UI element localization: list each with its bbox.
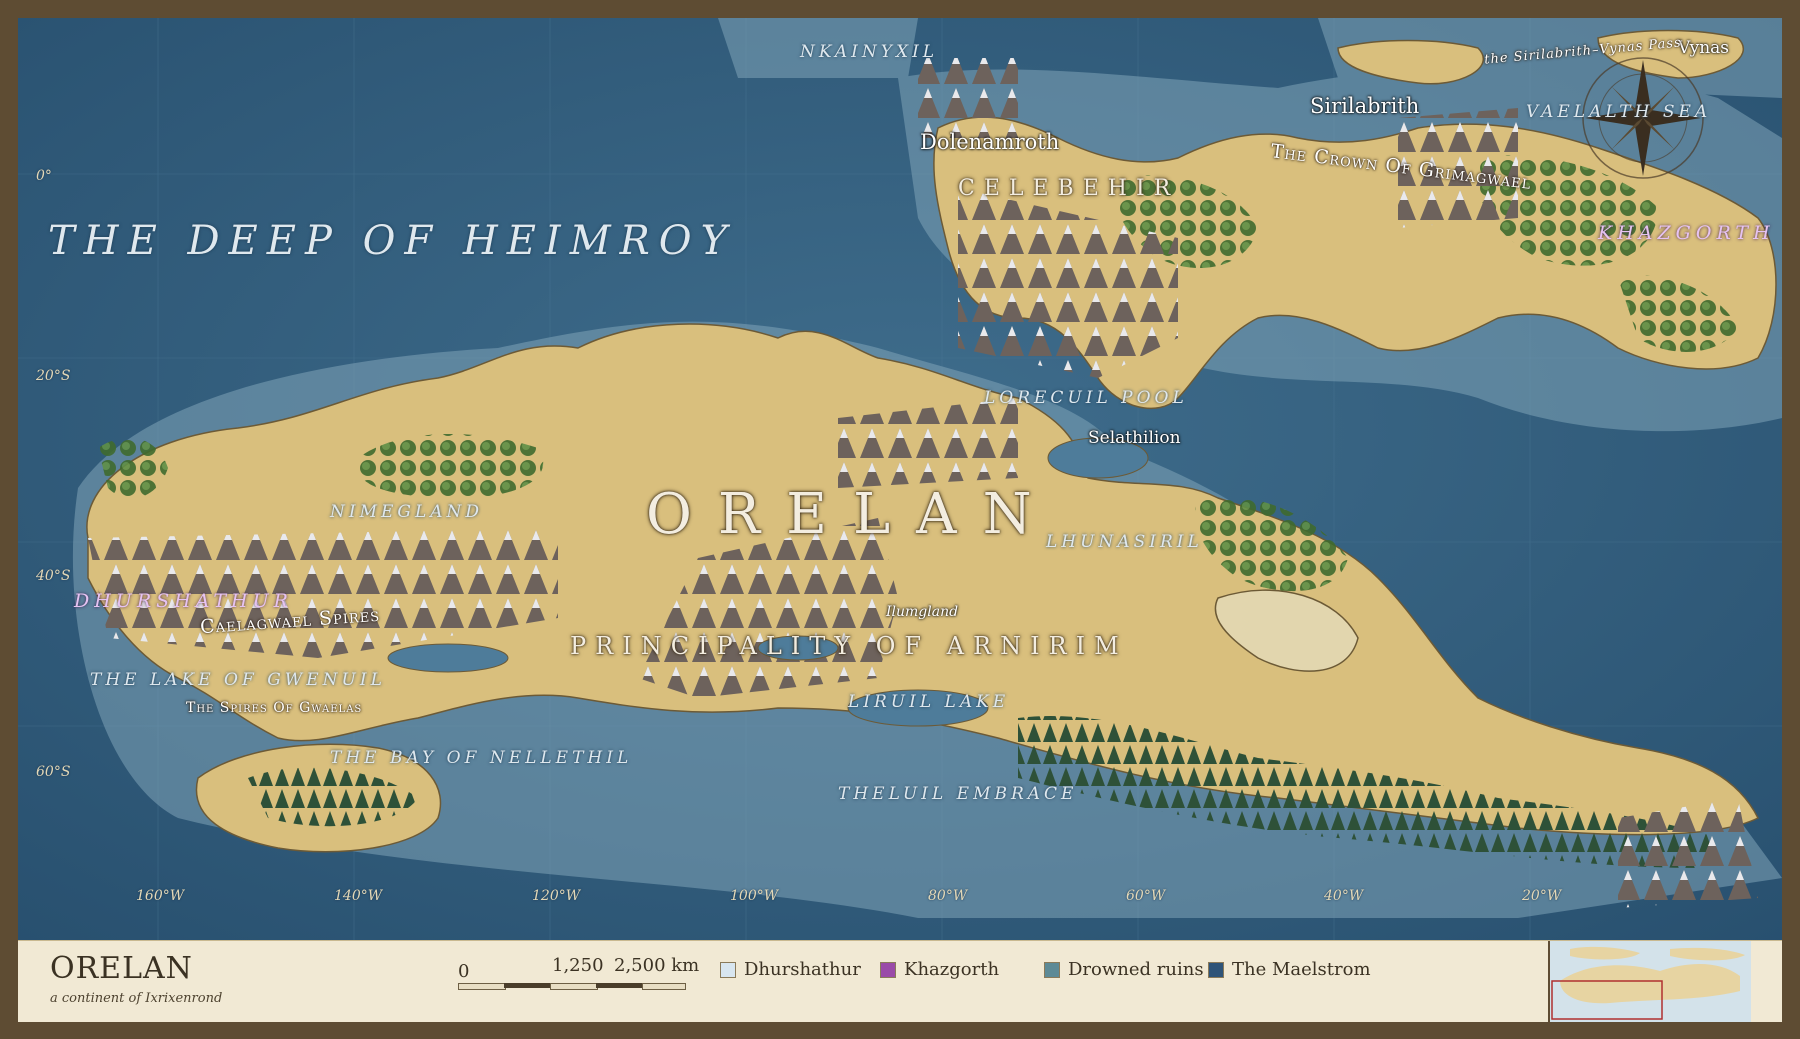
longitude-label-100w: 100°W <box>730 888 779 904</box>
latitude-label-0: 0° <box>36 168 52 184</box>
latitude-label-20s: 20°S <box>36 368 71 384</box>
longitude-label-20w: 20°W <box>1522 888 1562 904</box>
sea-label-nimegland: NIMEGLAND <box>330 502 484 522</box>
map-legend: ORELAN a continent of Ixrixenrond 0 1,25… <box>18 940 1782 1022</box>
legend-swatch-drowned-ruins <box>1044 961 1060 978</box>
legend-key-label: The Maelstrom <box>1232 959 1371 980</box>
map-frame: THE DEEP OF HEIMROY NKAINYXIL VAELALTH S… <box>0 0 1800 1039</box>
map-canvas[interactable]: THE DEEP OF HEIMROY NKAINYXIL VAELALTH S… <box>18 18 1782 940</box>
city-label-dolenamroth[interactable]: Dolenamroth <box>920 130 1059 154</box>
sea-label-theluil-embrace: THELUIL EMBRACE <box>838 784 1078 804</box>
special-label-dhurshathur: DHURSHATHUR <box>74 590 293 612</box>
sea-label-nkainyxil: NKAINYXIL <box>800 42 939 62</box>
longitude-label-60w: 60°W <box>1126 888 1166 904</box>
legend-swatch-khazgorth <box>880 961 896 978</box>
scale-segment-5 <box>642 983 686 990</box>
scale-segment-3 <box>550 983 598 990</box>
feature-label-spires-gwaelas: The Spires Of Gwaelas <box>186 700 363 716</box>
latitude-label-60s: 60°S <box>36 764 71 780</box>
legend-swatch-maelstrom <box>1208 961 1224 978</box>
legend-key-khazgorth[interactable]: Khazgorth <box>880 959 999 980</box>
scale-segment-1 <box>458 983 506 990</box>
sea-label-lhunasiril: LHUNASIRIL <box>1046 532 1203 552</box>
scale-label-0: 0 <box>458 961 470 982</box>
region-label-orelan: ORELAN <box>646 482 1058 547</box>
longitude-label-80w: 80°W <box>928 888 968 904</box>
scale-label-2500: 2,500 km <box>614 955 700 976</box>
region-label-celebehir: CELEBEHIR <box>958 176 1180 201</box>
legend-key-label: Khazgorth <box>904 959 1000 980</box>
sea-label-deep-heimroy: THE DEEP OF HEIMROY <box>48 218 736 264</box>
sea-label-vaelalth: VAELALTH SEA <box>1526 102 1712 122</box>
legend-key-label: Drowned ruins <box>1068 959 1204 980</box>
sea-label-lake-gwenuil: THE LAKE OF GWENUIL <box>90 670 386 690</box>
sea-label-liruil-lake: LIRUIL LAKE <box>848 692 1010 712</box>
legend-title: ORELAN <box>50 951 193 986</box>
legend-key-maelstrom[interactable]: The Maelstrom <box>1208 959 1371 980</box>
legend-subtitle: a continent of Ixrixenrond <box>50 991 223 1006</box>
legend-key-label: Dhurshathur <box>744 959 861 980</box>
minimap-graphic <box>1550 941 1751 1022</box>
sea-label-lorecuil-pool: LORECUIL POOL <box>984 388 1188 408</box>
longitude-label-120w: 120°W <box>532 888 581 904</box>
region-label-arnirim: PRINCIPALITY OF ARNIRIM <box>570 632 1128 660</box>
legend-key-drowned-ruins[interactable]: Drowned ruins <box>1044 959 1204 980</box>
longitude-label-40w: 40°W <box>1324 888 1364 904</box>
legend-key-dhurshathur[interactable]: Dhurshathur <box>720 959 861 980</box>
longitude-label-160w: 160°W <box>136 888 185 904</box>
scale-segment-2 <box>504 983 550 988</box>
city-label-selathilion[interactable]: Selathilion <box>1088 428 1181 448</box>
city-label-ilumgland[interactable]: Ilumgland <box>886 604 958 620</box>
legend-swatch-dhurshathur <box>720 961 736 978</box>
longitude-label-140w: 140°W <box>334 888 383 904</box>
latitude-label-40s: 40°S <box>36 568 71 584</box>
city-label-sirilabrith[interactable]: Sirilabrith <box>1310 94 1419 118</box>
overview-minimap[interactable] <box>1548 941 1751 1022</box>
city-label-vynas[interactable]: Vynas <box>1678 38 1729 58</box>
sea-label-bay-nellethil: THE BAY OF NELLETHIL <box>330 748 633 768</box>
special-label-khazgorth: KHAZGORTH <box>1598 222 1775 244</box>
scale-label-1250: 1,250 <box>552 955 604 976</box>
scale-segment-4 <box>596 983 642 988</box>
